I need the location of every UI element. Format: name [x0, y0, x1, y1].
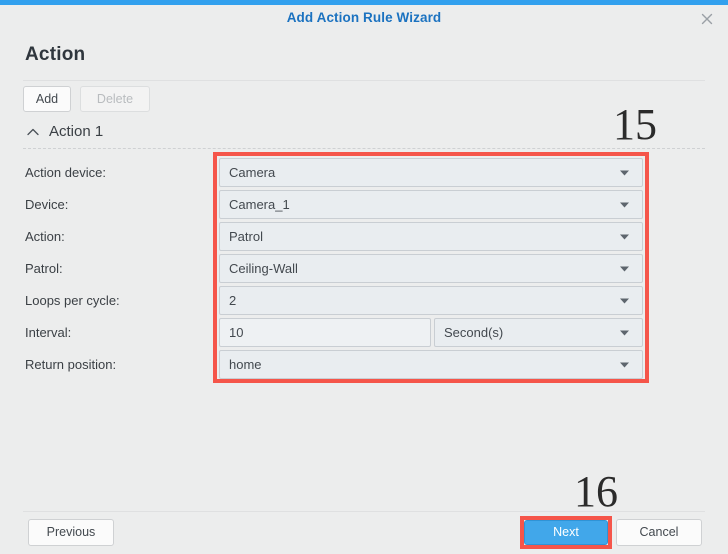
chevron-down-icon	[618, 326, 631, 339]
select-loops-per-cycle[interactable]: 2	[219, 286, 643, 315]
label-interval: Interval:	[25, 325, 72, 340]
form-row-device: Device: Camera_1	[0, 189, 728, 221]
label-loops-per-cycle: Loops per cycle:	[25, 293, 120, 308]
select-action-device-value: Camera	[229, 165, 276, 180]
interval-input[interactable]: 10	[219, 318, 431, 347]
select-device-value: Camera_1	[229, 197, 290, 212]
label-return-position: Return position:	[25, 357, 117, 372]
form-row-action: Action: Patrol	[0, 221, 728, 253]
chevron-down-icon	[618, 358, 631, 371]
select-interval-unit[interactable]: Second(s)	[434, 318, 643, 347]
annotation-step-16: 16	[574, 467, 618, 516]
action-form: Action device: Camera Device: Camera_1 A…	[0, 157, 728, 381]
chevron-down-icon	[618, 166, 631, 179]
select-action[interactable]: Patrol	[219, 222, 643, 251]
select-action-device[interactable]: Camera	[219, 158, 643, 187]
page-title: Action	[25, 44, 86, 65]
form-row-patrol: Patrol: Ceiling-Wall	[0, 253, 728, 285]
chevron-down-icon	[618, 198, 631, 211]
chevron-down-icon	[618, 262, 631, 275]
annotation-step-15: 15	[613, 100, 657, 149]
label-action: Action:	[25, 229, 65, 244]
select-return-position[interactable]: home	[219, 350, 643, 379]
label-patrol: Patrol:	[25, 261, 63, 276]
select-interval-unit-value: Second(s)	[444, 325, 504, 340]
select-patrol-value: Ceiling-Wall	[229, 261, 298, 276]
select-action-value: Patrol	[229, 229, 263, 244]
form-row-interval: Interval: 10 Second(s)	[0, 317, 728, 349]
label-device: Device:	[25, 197, 69, 212]
window-titlebar: Add Action Rule Wizard	[0, 5, 728, 32]
next-button[interactable]: Next	[524, 520, 608, 545]
action-group-title: Action 1	[49, 123, 104, 140]
chevron-down-icon	[618, 294, 631, 307]
form-row-action-device: Action device: Camera	[0, 157, 728, 189]
heading-divider	[23, 80, 705, 81]
form-row-return-position: Return position: home	[0, 349, 728, 381]
form-row-loops-per-cycle: Loops per cycle: 2	[0, 285, 728, 317]
delete-button[interactable]: Delete	[80, 86, 150, 112]
select-device[interactable]: Camera_1	[219, 190, 643, 219]
previous-button[interactable]: Previous	[28, 519, 114, 546]
interval-input-value: 10	[229, 325, 244, 340]
cancel-button[interactable]: Cancel	[616, 519, 702, 546]
action-group-header[interactable]: Action 1	[25, 123, 103, 140]
chevron-down-icon	[618, 230, 631, 243]
chevron-up-icon	[25, 124, 41, 140]
label-action-device: Action device:	[25, 165, 106, 180]
add-button[interactable]: Add	[23, 86, 71, 112]
window-title: Add Action Rule Wizard	[286, 10, 442, 25]
select-return-position-value: home	[229, 357, 262, 372]
close-icon[interactable]	[696, 8, 718, 30]
select-loops-per-cycle-value: 2	[229, 293, 237, 308]
action-group-divider	[23, 148, 705, 149]
select-patrol[interactable]: Ceiling-Wall	[219, 254, 643, 283]
